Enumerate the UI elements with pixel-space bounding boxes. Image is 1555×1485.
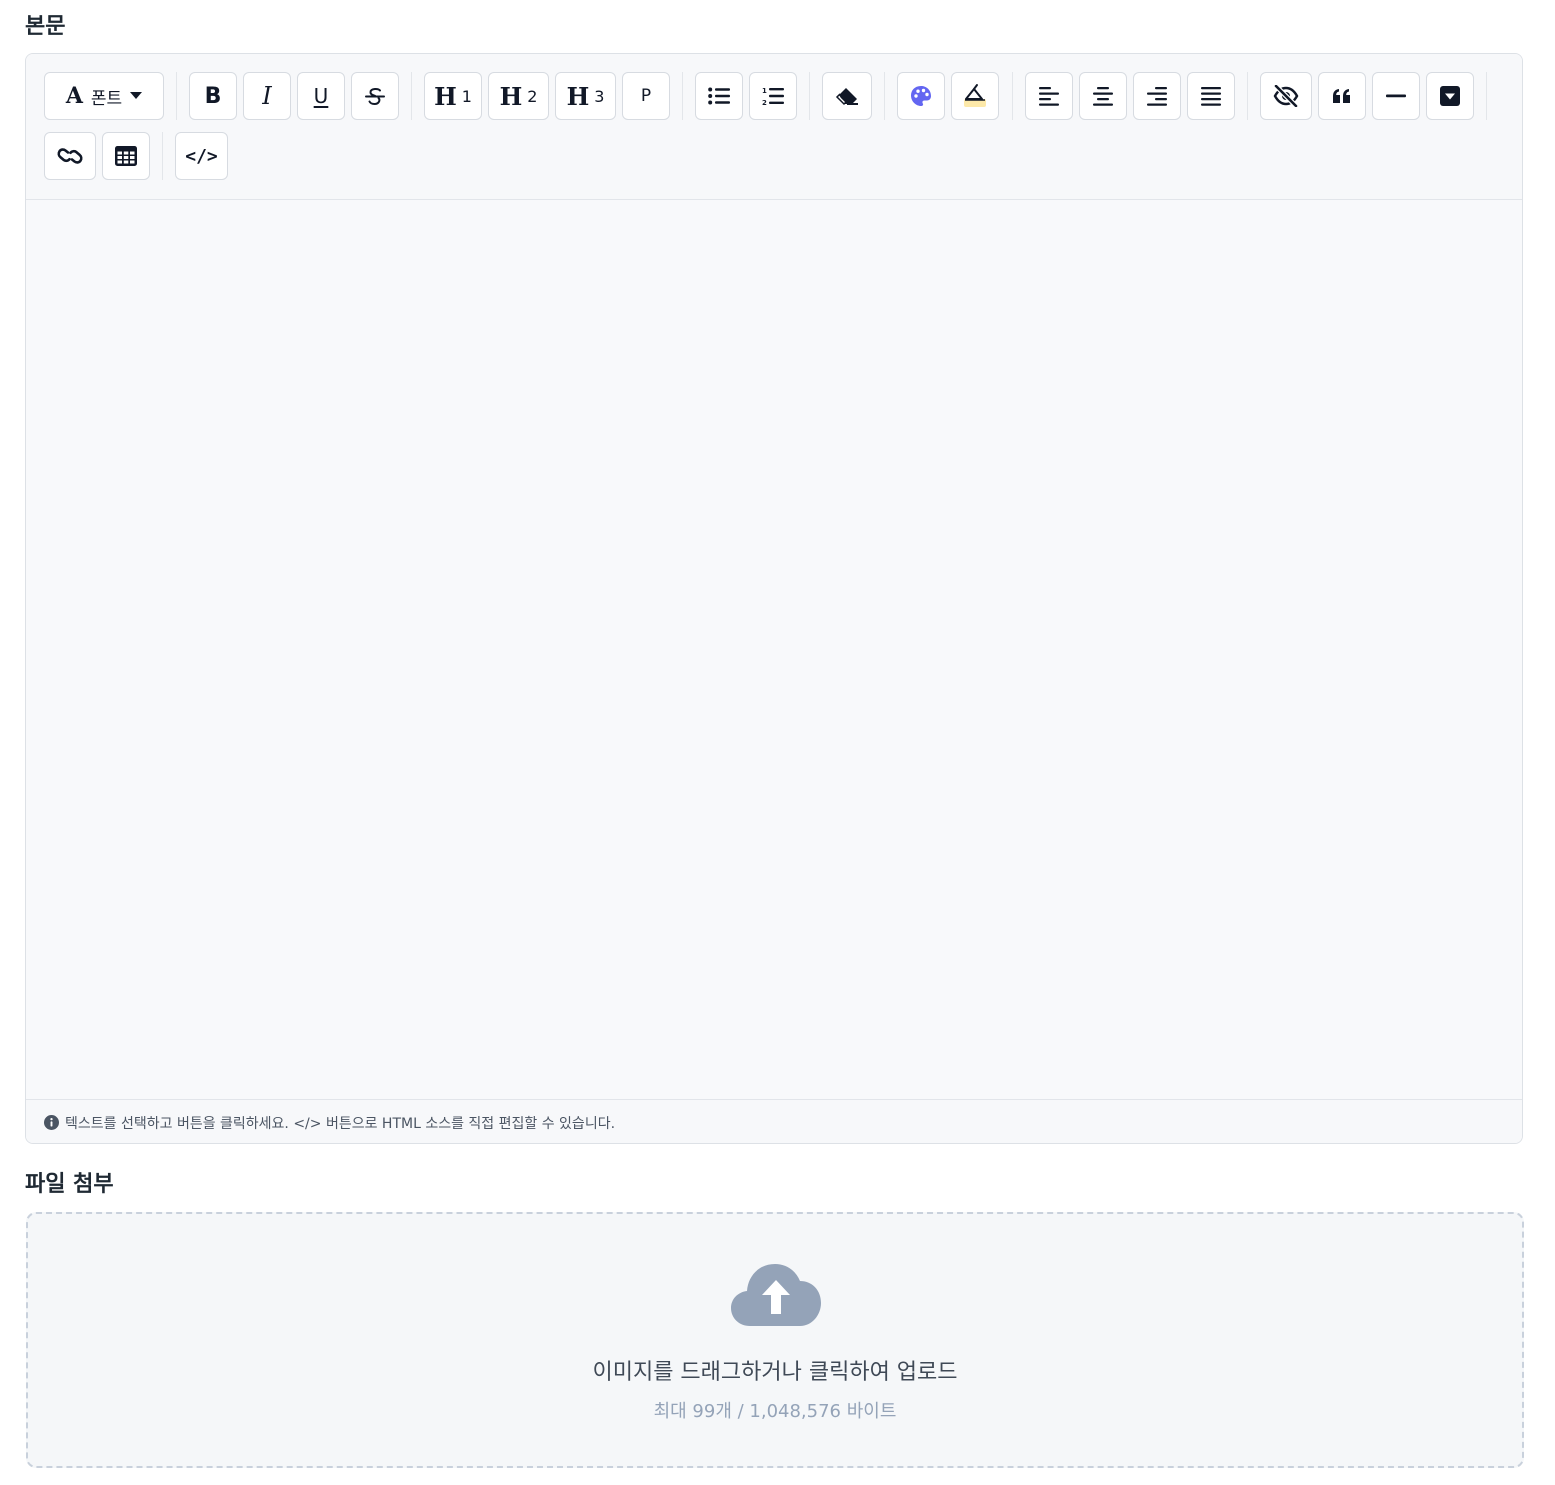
upload-instruction: 이미지를 드래그하거나 클릭하여 업로드 (592, 1360, 958, 1385)
caret-down-icon (130, 92, 143, 100)
toolbar-divider (411, 72, 412, 120)
bold-icon: B (204, 83, 222, 109)
editor-content-area[interactable] (26, 200, 1522, 1099)
bullet-list-button[interactable] (695, 72, 743, 120)
heading-level: 2 (527, 86, 538, 106)
minus-icon (1386, 94, 1406, 98)
horizontal-rule-button[interactable] (1372, 72, 1420, 120)
upload-limit: 최대 99개 / 1,048,576 바이트 (653, 1401, 897, 1422)
table-icon (115, 146, 137, 166)
editor-toolbar: A 폰트 B I U H 1 H 2 H 3 P 1 2 </> (26, 54, 1522, 200)
underline-button[interactable]: U (297, 72, 345, 120)
text-color-button[interactable] (897, 72, 945, 120)
font-icon: A (65, 83, 83, 109)
rich-text-editor: A 폰트 B I U H 1 H 2 H 3 P 1 2 </> 텍스트를 선택… (25, 53, 1523, 1144)
heading3-button[interactable]: H 3 (555, 72, 616, 120)
align-right-icon (1147, 86, 1167, 106)
list-ul-icon (708, 87, 730, 105)
toolbar-divider (884, 72, 885, 120)
quote-left-icon (1332, 88, 1352, 104)
heading-level: 3 (594, 86, 605, 106)
highlight-color-button[interactable] (951, 72, 999, 120)
heading2-button[interactable]: H 2 (488, 72, 549, 120)
html-source-button[interactable]: </> (175, 132, 228, 180)
strikethrough-button[interactable] (351, 72, 399, 120)
ordered-list-button[interactable]: 1 2 (749, 72, 797, 120)
align-left-button[interactable] (1025, 72, 1073, 120)
font-dropdown-button[interactable]: A 폰트 (44, 72, 164, 120)
paragraph-button[interactable]: P (622, 72, 670, 120)
italic-icon: I (262, 82, 272, 110)
toolbar-divider (176, 72, 177, 120)
highlighter-icon (962, 83, 988, 109)
eye-slash-icon (1273, 85, 1299, 107)
toolbar-divider (1486, 72, 1487, 120)
toolbar-divider (1012, 72, 1013, 120)
editor-hint: 텍스트를 선택하고 버튼을 클릭하세요. </> 버튼으로 HTML 소스를 직… (26, 1099, 1522, 1143)
paragraph-icon: P (640, 86, 652, 106)
code-icon: </> (185, 145, 218, 167)
file-upload-dropzone[interactable]: 이미지를 드래그하거나 클릭하여 업로드 최대 99개 / 1,048,576 … (26, 1212, 1524, 1468)
underline-icon: U (313, 84, 329, 108)
clear-format-button[interactable] (822, 72, 872, 120)
align-left-icon (1039, 86, 1059, 106)
svg-text:2: 2 (762, 99, 767, 106)
cloud-upload-icon (730, 1262, 822, 1332)
heading-level: 1 (461, 86, 472, 106)
align-justify-icon (1201, 86, 1221, 106)
table-button[interactable] (102, 132, 150, 180)
bold-button[interactable]: B (189, 72, 237, 120)
align-center-button[interactable] (1079, 72, 1127, 120)
spoiler-button[interactable] (1260, 72, 1312, 120)
align-center-icon (1093, 86, 1113, 106)
link-icon (57, 146, 83, 166)
info-circle-icon (44, 1115, 59, 1130)
toolbar-divider (1247, 72, 1248, 120)
heading1-button[interactable]: H 1 (424, 72, 482, 120)
body-section-title: 본문 (25, 14, 66, 39)
list-ol-icon: 1 2 (762, 86, 784, 106)
eraser-icon (835, 86, 859, 106)
font-dropdown-label: 폰트 (90, 88, 123, 109)
svg-text:1: 1 (762, 87, 767, 95)
square-caret-down-icon (1440, 86, 1460, 106)
align-right-button[interactable] (1133, 72, 1181, 120)
link-button[interactable] (44, 132, 96, 180)
heading-icon: H (434, 81, 457, 111)
attach-section-title: 파일 첨부 (25, 1172, 114, 1197)
strikethrough-icon (364, 85, 386, 107)
heading-icon: H (566, 81, 590, 111)
align-justify-button[interactable] (1187, 72, 1235, 120)
fold-button[interactable] (1426, 72, 1474, 120)
heading-icon: H (499, 81, 523, 111)
toolbar-divider (162, 132, 163, 180)
toolbar-divider (682, 72, 683, 120)
editor-hint-text: 텍스트를 선택하고 버튼을 클릭하세요. </> 버튼으로 HTML 소스를 직… (65, 1115, 616, 1132)
blockquote-button[interactable] (1318, 72, 1366, 120)
palette-icon (910, 85, 932, 107)
toolbar-divider (809, 72, 810, 120)
italic-button[interactable]: I (243, 72, 291, 120)
